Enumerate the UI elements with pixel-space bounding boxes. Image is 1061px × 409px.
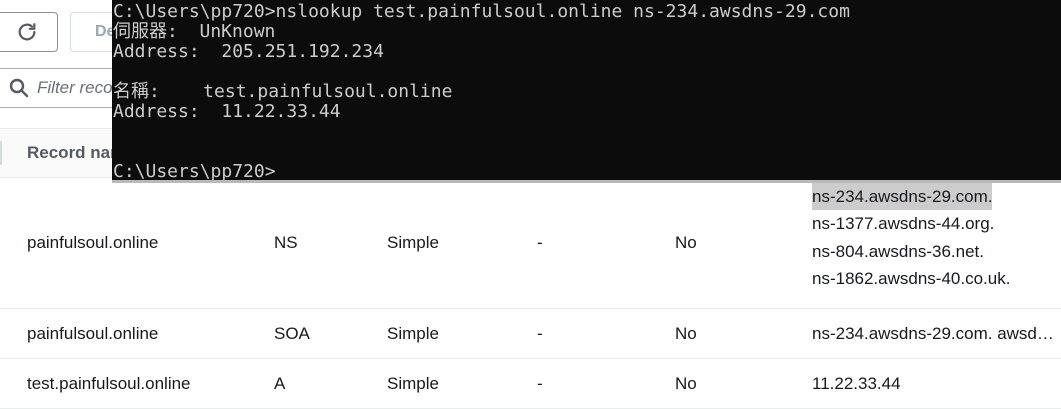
record-value-line: ns-804.awsdns-36.net. [812, 241, 984, 261]
alias-flag: No [675, 323, 697, 343]
routing-policy: Simple [387, 323, 439, 343]
differentiator: - [537, 232, 543, 252]
alias-flag: No [675, 373, 697, 393]
record-value-line: 11.22.33.44 [812, 373, 901, 393]
table-row[interactable]: painfulsoul.online SOA Simple - No ns-23… [0, 309, 1061, 359]
record-type: SOA [274, 323, 310, 343]
column-divider [0, 141, 2, 165]
terminal-output-line: Address: 11.22.33.44 [113, 101, 341, 122]
terminal-output-line: 伺服器: UnKnown [113, 21, 276, 42]
record-name: test.painfulsoul.online [27, 373, 191, 393]
record-type: A [274, 373, 286, 393]
record-value: ns-234.awsdns-29.com. ns-1377.awsdns-44.… [812, 177, 1061, 308]
refresh-button[interactable] [0, 12, 58, 52]
record-value: 11.22.33.44 [812, 359, 1061, 408]
record-type: NS [274, 232, 298, 252]
record-value-line: ns-1862.awsdns-40.co.uk. [812, 269, 1011, 288]
differentiator: - [537, 373, 543, 393]
record-value-line: ns-234.awsdns-29.com. awsdns-hostmaster.… [812, 323, 1061, 343]
record-name: painfulsoul.online [27, 323, 159, 343]
table-row[interactable]: test.painfulsoul.online A Simple - No 11… [0, 359, 1061, 409]
record-name: painfulsoul.online [27, 232, 159, 252]
search-icon [9, 78, 29, 98]
record-value-line: ns-1377.awsdns-44.org. [812, 214, 995, 233]
terminal-output-line: 名稱: test.painfulsoul.online [113, 81, 453, 102]
terminal-prompt-line[interactable]: C:\Users\pp720> [113, 162, 1061, 181]
refresh-icon [16, 21, 38, 43]
record-value-line-selected[interactable]: ns-234.awsdns-29.com. [812, 182, 993, 210]
terminal-window[interactable]: C:\Users\pp720>nslookup test.painfulsoul… [112, 0, 1061, 183]
table-row[interactable]: painfulsoul.online NS Simple - No ns-234… [0, 177, 1061, 309]
differentiator: - [537, 323, 543, 343]
routing-policy: Simple [387, 373, 439, 393]
terminal-command-line: C:\Users\pp720>nslookup test.painfulsoul… [113, 1, 850, 22]
terminal-output-line: Address: 205.251.192.234 [113, 41, 384, 62]
alias-flag: No [675, 232, 697, 252]
routing-policy: Simple [387, 232, 439, 252]
record-value: ns-234.awsdns-29.com. awsdns-hostmaster.… [812, 309, 1061, 358]
